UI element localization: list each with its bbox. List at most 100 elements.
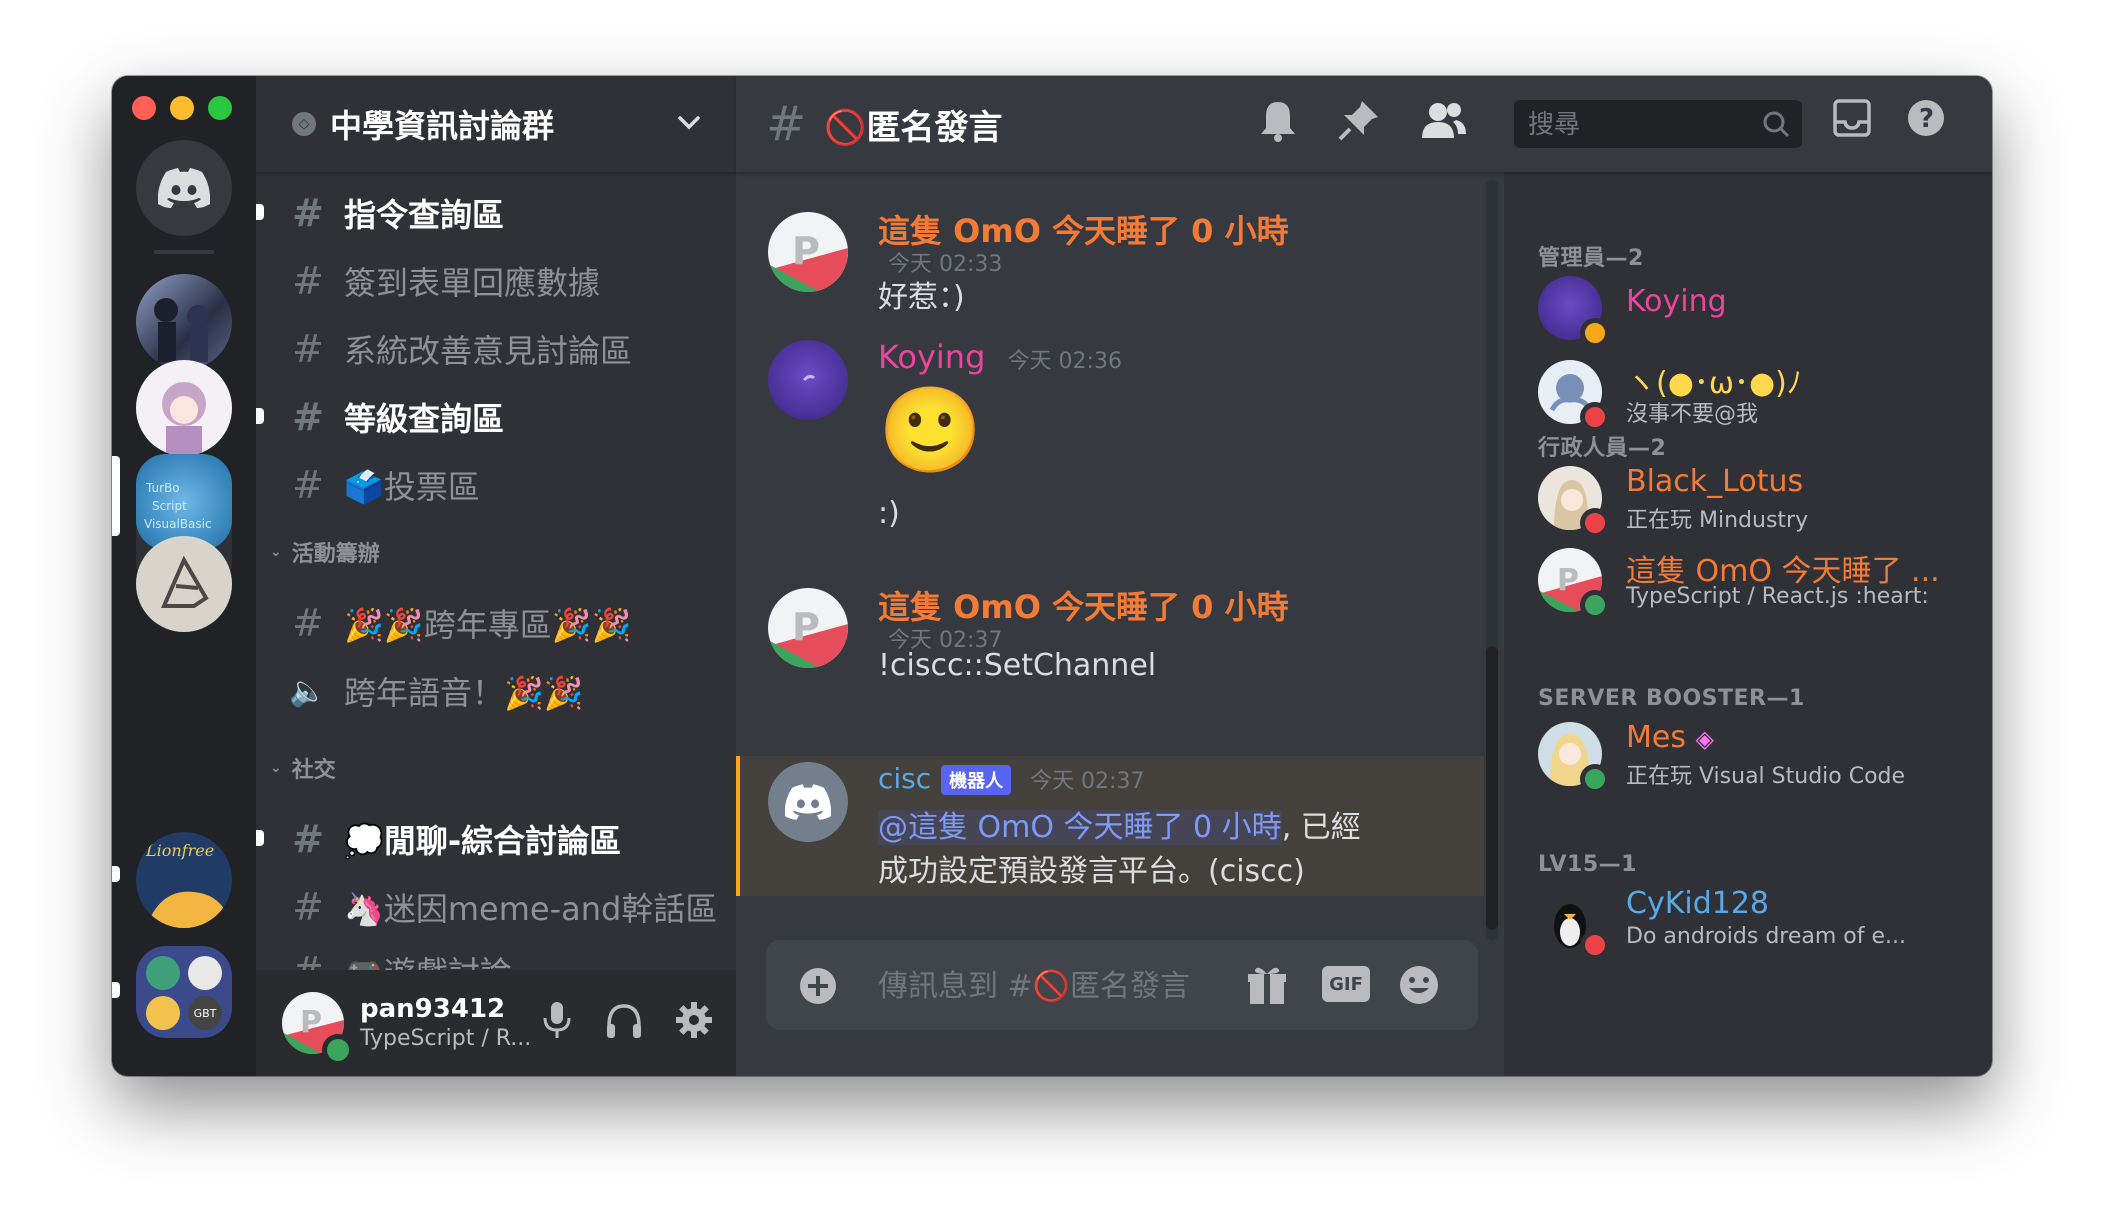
member-name: CyKid128 [1626, 886, 1770, 921]
help-icon[interactable]: ? [1906, 98, 1946, 138]
scrollbar-thumb[interactable] [1486, 646, 1498, 930]
hash-icon: # [292, 259, 324, 303]
emoji-picker-icon[interactable] [1398, 964, 1440, 1006]
user-controls [540, 1000, 714, 1040]
voice-channel-item[interactable]: 🔈 跨年語音！🎉🎉 [284, 660, 724, 722]
header-toolbar [1258, 98, 1466, 142]
member-item[interactable]: P 這隻 OmO 今天睡了 ... TypeScript / React.js … [1538, 538, 1978, 622]
server-name: 中學資訊討論群 [330, 107, 555, 145]
member-name: Mes ◈ [1626, 720, 1714, 755]
member-item[interactable]: Mes ◈ 正在玩 Visual Studio Code [1538, 712, 1978, 796]
maximize-window-button[interactable] [208, 96, 232, 120]
gift-icon[interactable] [1246, 964, 1288, 1006]
message-content: :) [878, 496, 900, 531]
member-item[interactable]: Black_Lotus 正在玩 Mindustry [1538, 456, 1978, 540]
svg-text:?: ? [1919, 104, 1934, 134]
channel-item[interactable]: # 系統改善意見討論區 [284, 318, 724, 380]
message-content: 好惹：) [878, 280, 965, 315]
member-item[interactable]: CyKid128 Do androids dream of e... [1538, 878, 1978, 962]
svg-text:P: P [792, 605, 820, 649]
hash-icon: # [292, 191, 324, 235]
hash-icon: # [766, 96, 807, 152]
channel-sidebar: ◇ 中學資訊討論群 # 指令查詢區 # 簽到表單回應數據 # 系統改善意見討論區 # 等… [256, 76, 736, 1076]
channel-label: 🗳️投票區 [344, 468, 480, 506]
caret-down-icon: ⌄ [270, 760, 282, 776]
booster-icon: ◈ [1695, 725, 1714, 753]
pin-icon[interactable] [1338, 99, 1380, 141]
user-panel: P pan93412 TypeScript / R... [256, 970, 736, 1076]
member-activity: Do androids dream of e... [1626, 924, 1907, 949]
channel-title: 🚫匿名發言 [824, 107, 1003, 148]
channel-item[interactable]: # 指令查詢區 [284, 182, 724, 244]
message-author[interactable]: Koying 今天 02:36 [878, 338, 1122, 376]
server-list: TurBo Script VisualBasic Lionfree GBT [112, 76, 256, 1076]
microphone-icon[interactable] [540, 1000, 574, 1040]
dnd-status-icon [1580, 930, 1610, 960]
chevron-down-icon[interactable] [676, 110, 702, 136]
gear-icon[interactable] [674, 1000, 714, 1040]
channel-item[interactable]: # 簽到表單回應數據 [284, 250, 724, 312]
avatar[interactable] [768, 762, 848, 842]
hash-icon: # [292, 463, 324, 507]
server-icon[interactable] [136, 536, 232, 632]
inbox-icon[interactable] [1832, 98, 1872, 138]
avatar[interactable]: P [768, 212, 848, 292]
channel-item[interactable]: # 🎉🎉跨年專區🎉🎉 [284, 592, 724, 654]
add-attachment-icon[interactable] [798, 966, 838, 1006]
channel-item[interactable]: # 🦄迷因meme-and幹話區 [284, 876, 724, 938]
member-activity: 正在玩 Visual Studio Code [1626, 764, 1906, 789]
member-item[interactable]: Koying [1538, 266, 1978, 350]
chat-header: # 🚫匿名發言 ? [736, 76, 1992, 172]
message-content-line: 成功設定預設發言平台。(ciscc) [878, 854, 1305, 889]
message-timestamp: 今天 02:36 [1007, 349, 1122, 374]
online-status-icon [1580, 764, 1610, 794]
minimize-window-button[interactable] [170, 96, 194, 120]
bell-icon[interactable] [1258, 98, 1298, 142]
unread-indicator [256, 408, 264, 424]
server-icon[interactable] [136, 360, 232, 456]
channel-item[interactable]: # 💭閒聊-綜合討論區 [284, 808, 724, 870]
hash-icon: # [292, 601, 324, 645]
svg-text:P: P [300, 1005, 322, 1040]
hash-icon: # [292, 817, 324, 861]
message-input[interactable] [876, 960, 1220, 1012]
user-mention[interactable]: @這隻 OmO 今天睡了 0 小時 [878, 810, 1282, 845]
online-status-icon [1580, 590, 1610, 620]
channel-item[interactable]: # 等級查詢區 [284, 386, 724, 448]
server-icon[interactable] [136, 274, 232, 370]
gif-button[interactable]: GIF [1322, 966, 1370, 1002]
dnd-status-icon [1580, 508, 1610, 538]
server-unread-pill [112, 866, 120, 882]
server-divider [154, 250, 214, 254]
members-icon[interactable] [1420, 100, 1466, 140]
server-header[interactable]: ◇ 中學資訊討論群 [256, 76, 736, 172]
channel-item[interactable]: # 🗳️投票區 [284, 454, 724, 516]
member-item[interactable]: ヽ(●･ω･●)ﾉ 沒事不要@我 [1538, 350, 1978, 434]
category-header[interactable]: ⌄ 活動籌辦 [270, 536, 380, 568]
server-group-folder[interactable]: GBT [136, 946, 232, 1038]
member-activity: 正在玩 Mindustry [1626, 508, 1809, 533]
message-author[interactable]: cisc 機器人 今天 02:37 [878, 762, 1144, 795]
search-field[interactable] [1514, 100, 1802, 148]
channel-label: 跨年語音！🎉🎉 [344, 674, 584, 712]
avatar[interactable]: P [768, 588, 848, 668]
username: pan93412 [360, 994, 506, 1024]
search-icon [1763, 111, 1790, 138]
server-icon[interactable]: Lionfree [136, 832, 232, 928]
search-input[interactable] [1526, 106, 1750, 144]
svg-text:P: P [1557, 563, 1579, 598]
category-header[interactable]: ⌄ 社交 [270, 752, 336, 784]
server-boost-icon: ◇ [292, 112, 316, 136]
online-status-icon [322, 1034, 354, 1066]
caret-down-icon: ⌄ [270, 544, 282, 560]
avatar[interactable] [768, 340, 848, 420]
unread-indicator [256, 830, 264, 846]
message-timestamp: 今天 02:37 [1030, 769, 1145, 794]
svg-text:TurBo: TurBo [145, 481, 180, 495]
discord-home-icon[interactable] [136, 140, 232, 236]
headphones-icon[interactable] [604, 1000, 644, 1040]
close-window-button[interactable] [132, 96, 156, 120]
hash-icon: # [292, 327, 324, 371]
member-group-header: LV15—1 [1538, 852, 1637, 877]
header-right-icons: ? [1832, 98, 1946, 138]
